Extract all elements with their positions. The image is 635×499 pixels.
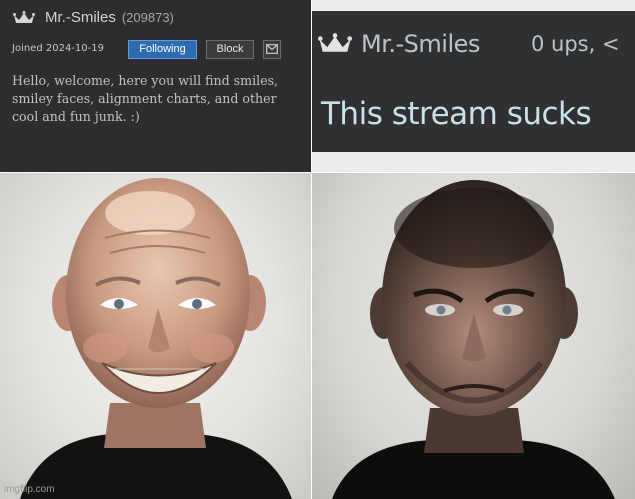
profile-bio: Hello, welcome, here you will find smile… bbox=[12, 73, 279, 124]
chat-username[interactable]: Mr.-Smiles bbox=[361, 30, 480, 58]
profile-header: Mr.-Smiles (209873) bbox=[13, 6, 174, 28]
stern-man-photo bbox=[312, 173, 635, 499]
chat-header: Mr.-Smiles bbox=[318, 30, 480, 58]
profile-user-id: (209873) bbox=[121, 9, 174, 25]
smiling-man-photo: imgflip.com bbox=[0, 173, 311, 499]
chat-upvotes: 0 ups, < bbox=[531, 32, 620, 56]
following-button[interactable]: Following bbox=[128, 40, 197, 59]
chat-bottom-border bbox=[312, 152, 635, 172]
message-button[interactable] bbox=[263, 40, 281, 59]
envelope-icon bbox=[266, 44, 278, 54]
joined-date: Joined 2024-10-19 bbox=[12, 43, 104, 54]
profile-card: Mr.-Smiles (209873) Joined 2024-10-19 Fo… bbox=[0, 0, 311, 172]
crown-icon bbox=[318, 33, 352, 55]
imgflip-watermark: imgflip.com bbox=[4, 484, 55, 495]
chat-message: This stream sucks bbox=[321, 96, 592, 132]
crown-icon bbox=[13, 10, 35, 24]
profile-username[interactable]: Mr.-Smiles bbox=[45, 9, 116, 26]
chat-comment-zoom: Mr.-Smiles 0 ups, < This stream sucks bbox=[312, 0, 635, 172]
block-button[interactable]: Block bbox=[206, 40, 254, 59]
chat-top-border bbox=[312, 0, 635, 11]
